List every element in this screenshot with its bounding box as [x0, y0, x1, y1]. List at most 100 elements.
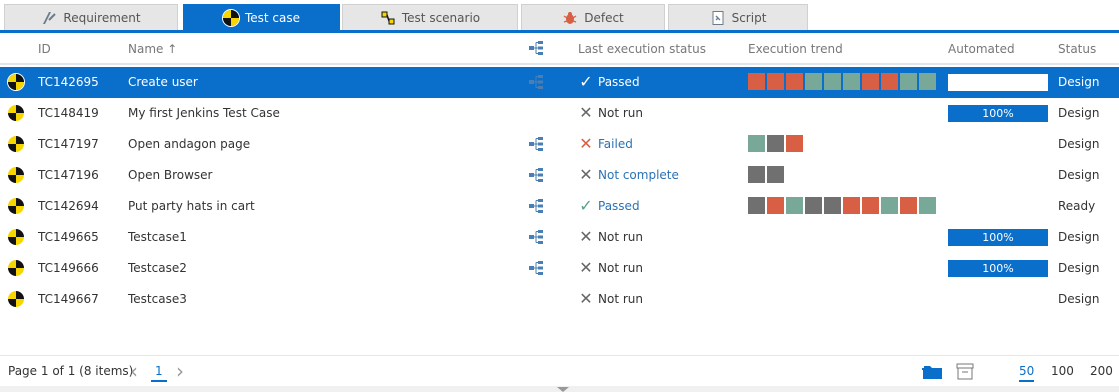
last-execution-status[interactable]: ✕ Not complete — [578, 167, 679, 183]
trend-square[interactable] — [748, 166, 765, 183]
test-case-name[interactable]: My first Jenkins Test Case — [128, 106, 280, 120]
column-header-automated[interactable]: Automated — [948, 42, 1015, 56]
hierarchy-icon[interactable] — [528, 199, 544, 213]
test-case-name[interactable]: Put party hats in cart — [128, 199, 255, 213]
hierarchy-icon[interactable] — [528, 137, 544, 151]
automated-progress — [948, 74, 1048, 91]
page-size-100[interactable]: 100 — [1051, 364, 1074, 378]
trend-square[interactable] — [824, 73, 841, 90]
last-execution-status[interactable]: ✓ Passed — [578, 198, 639, 214]
table-row[interactable]: TC149665 Testcase1 ✕ Not run 100% Design — [0, 222, 1119, 253]
trend-square[interactable] — [767, 166, 784, 183]
test-case-name[interactable]: Testcase2 — [128, 261, 187, 275]
table-row[interactable]: TC149667 Testcase3 ✕ Not run Design — [0, 284, 1119, 315]
test-case-grid: ID Name ↑ Last execution status Executio… — [0, 33, 1119, 355]
tab-bar: Requirement Test case Test scenario Defe… — [0, 0, 1119, 33]
trend-square[interactable] — [900, 197, 917, 214]
column-header-last-status[interactable]: Last execution status — [578, 42, 706, 56]
trend-square[interactable] — [900, 73, 917, 90]
last-execution-status[interactable]: ✕ Not run — [578, 291, 643, 307]
trend-square[interactable] — [881, 197, 898, 214]
tab-label: Defect — [584, 10, 624, 25]
grid-header: ID Name ↑ Last execution status Executio… — [0, 33, 1119, 65]
test-case-name[interactable]: Open Browser — [128, 168, 213, 182]
test-case-status: Design — [1058, 261, 1100, 275]
execution-trend — [748, 135, 803, 152]
table-row[interactable]: TC147197 Open andagon page ✕ Failed Design — [0, 129, 1119, 160]
last-execution-status[interactable]: ✓ Passed — [578, 74, 639, 90]
table-row[interactable]: TC148419 My first Jenkins Test Case ✕ Not r… — [0, 98, 1119, 129]
test-case-name[interactable]: Testcase1 — [128, 230, 187, 244]
table-row[interactable]: TC142694 Put party hats in cart ✓ Passed Rea… — [0, 191, 1119, 222]
trend-square[interactable] — [786, 135, 803, 152]
test-case-name[interactable]: Testcase3 — [128, 292, 187, 306]
hierarchy-icon[interactable] — [528, 230, 544, 244]
hierarchy-icon[interactable] — [528, 168, 544, 182]
test-case-id: TC142695 — [38, 75, 99, 89]
trend-square[interactable] — [881, 73, 898, 90]
tab-test-case[interactable]: Test case — [183, 4, 340, 30]
status-label: Not complete — [598, 168, 679, 182]
trend-square[interactable] — [843, 73, 860, 90]
table-row[interactable]: TC147196 Open Browser ✕ Not complete Design — [0, 160, 1119, 191]
trend-square[interactable] — [805, 197, 822, 214]
execution-trend — [748, 166, 784, 183]
pager: Page 1 of 1 (8 items) ‹ 1 › 50 100 200 — [0, 355, 1119, 386]
automated-progress: 100% — [948, 105, 1048, 122]
page-number-button[interactable]: 1 — [151, 364, 167, 382]
last-execution-status[interactable]: ✕ Not run — [578, 229, 643, 245]
test-case-icon — [8, 229, 24, 245]
test-case-id: TC149665 — [38, 230, 99, 244]
test-case-status: Design — [1058, 230, 1100, 244]
trend-square[interactable] — [748, 73, 765, 90]
trend-square[interactable] — [748, 135, 765, 152]
hierarchy-icon[interactable] — [528, 75, 544, 89]
last-execution-status[interactable]: ✕ Not run — [578, 260, 643, 276]
column-header-id[interactable]: ID — [38, 42, 51, 56]
trend-square[interactable] — [767, 197, 784, 214]
trend-square[interactable] — [748, 197, 765, 214]
page-size-50[interactable]: 50 — [1019, 364, 1035, 382]
test-case-name[interactable]: Open andagon page — [128, 137, 250, 151]
trend-square[interactable] — [843, 197, 860, 214]
hierarchy-column-icon[interactable] — [528, 41, 544, 55]
trend-square[interactable] — [767, 73, 784, 90]
column-header-trend[interactable]: Execution trend — [748, 42, 843, 56]
trend-square[interactable] — [805, 73, 822, 90]
test-case-id: TC148419 — [38, 106, 99, 120]
status-icon: ✕ — [579, 227, 593, 246]
last-execution-status[interactable]: ✕ Failed — [578, 136, 633, 152]
test-case-name[interactable]: Create user — [128, 75, 198, 89]
tab-script[interactable]: Script — [668, 4, 808, 30]
test-case-id: TC147197 — [38, 137, 99, 151]
column-header-status[interactable]: Status — [1058, 42, 1096, 56]
table-row[interactable]: TC142695 Create user ✓ Passed Design — [0, 67, 1119, 98]
trend-square[interactable] — [862, 197, 879, 214]
next-page-button[interactable]: › — [176, 359, 184, 383]
archive-icon[interactable] — [956, 363, 974, 380]
table-row[interactable]: TC149666 Testcase2 ✕ Not run 100% Design — [0, 253, 1119, 284]
test-case-status: Ready — [1058, 199, 1096, 213]
trend-square[interactable] — [786, 197, 803, 214]
page-size-200[interactable]: 200 — [1090, 364, 1113, 378]
tab-requirement[interactable]: Requirement — [4, 4, 178, 30]
trend-square[interactable] — [919, 73, 936, 90]
trend-square[interactable] — [824, 197, 841, 214]
trend-square[interactable] — [919, 197, 936, 214]
test-case-icon — [8, 291, 24, 307]
status-icon: ✕ — [579, 103, 593, 122]
tab-test-scenario[interactable]: Test scenario — [342, 4, 518, 30]
prev-page-button[interactable]: ‹ — [130, 359, 138, 383]
test-case-icon — [8, 167, 24, 183]
sort-ascending-icon: ↑ — [167, 42, 178, 56]
last-execution-status[interactable]: ✕ Not run — [578, 105, 643, 121]
column-header-name[interactable]: Name ↑ — [128, 42, 177, 56]
hierarchy-icon[interactable] — [528, 261, 544, 275]
trend-square[interactable] — [862, 73, 879, 90]
folder-icon[interactable] — [922, 363, 944, 380]
page-info: Page 1 of 1 (8 items) — [8, 364, 134, 378]
tab-defect[interactable]: Defect — [521, 4, 665, 30]
collapse-caret-icon[interactable] — [557, 387, 569, 392]
trend-square[interactable] — [767, 135, 784, 152]
trend-square[interactable] — [786, 73, 803, 90]
